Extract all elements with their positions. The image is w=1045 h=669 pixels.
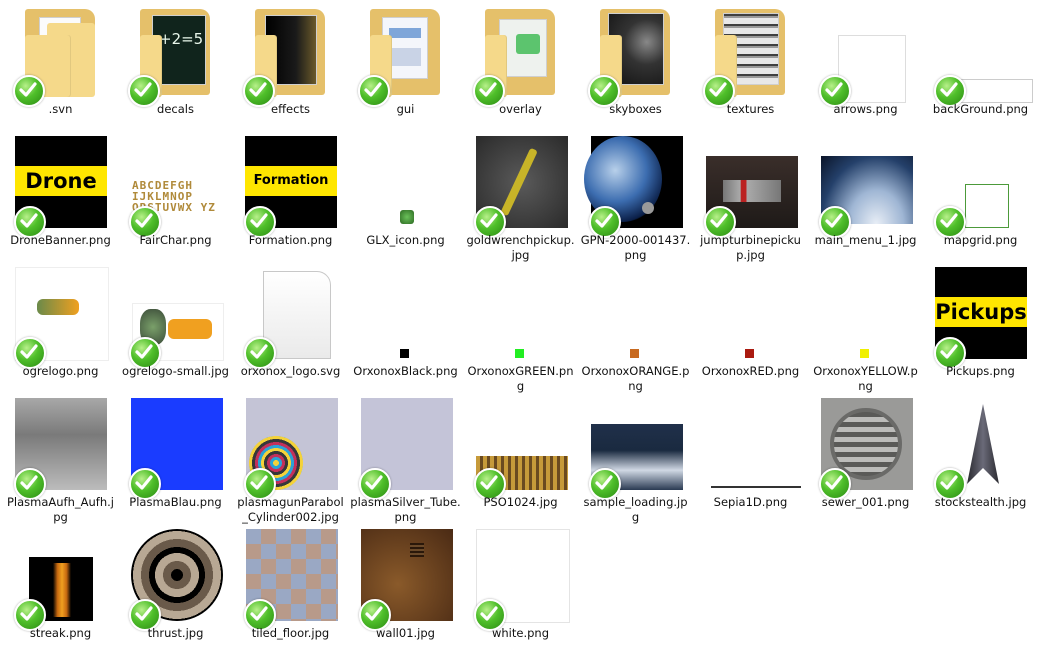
file-grid: .svn +2=5 decals effects gui overlay skyboxes t… <box>0 0 1045 663</box>
banner-text: Formation <box>245 166 337 196</box>
folder-item[interactable]: overlay <box>463 5 578 145</box>
folder-item[interactable]: +2=5 decals <box>118 5 233 145</box>
color-swatch-icon <box>463 267 578 362</box>
file-item[interactable]: stockstealth.jpg <box>923 398 1038 538</box>
file-item[interactable]: GPN-2000-001437.png <box>578 136 693 276</box>
file-label: Pickups.png <box>946 364 1015 378</box>
file-item[interactable]: ogrelogo.png <box>3 267 118 407</box>
file-label: .svn <box>48 102 73 116</box>
file-item[interactable]: white.png <box>463 529 578 669</box>
file-label: white.png <box>491 626 550 640</box>
file-label: arrows.png <box>833 102 898 116</box>
file-item[interactable]: sewer_001.png <box>808 398 923 538</box>
file-item[interactable]: streak.png <box>3 529 118 669</box>
file-label: streak.png <box>29 626 92 640</box>
file-label: OrxonoxORANGE.png <box>581 364 690 393</box>
file-item[interactable]: mapgrid.png <box>923 136 1038 276</box>
file-label: sewer_001.png <box>821 495 910 509</box>
file-label: FairChar.png <box>139 233 212 247</box>
file-item[interactable]: ogrelogo-small.jpg <box>118 267 233 407</box>
file-label: jumpturbinepickup.jpg <box>700 233 801 262</box>
banner-text: Pickups <box>935 297 1027 327</box>
file-item[interactable]: orxonox_logo.svg <box>233 267 348 407</box>
file-label: PSO1024.jpg <box>483 495 558 509</box>
file-label: effects <box>271 102 310 116</box>
file-item[interactable]: plasmaSilver_Tube.png <box>348 398 463 538</box>
file-item[interactable]: OrxonoxORANGE.png <box>578 267 693 407</box>
file-label: GLX_icon.png <box>366 233 445 247</box>
color-swatch-icon <box>578 267 693 362</box>
file-label: ogrelogo.png <box>22 364 99 378</box>
banner-text: Drone <box>15 166 107 196</box>
folder-item[interactable]: skyboxes <box>578 5 693 145</box>
file-label: skyboxes <box>609 102 662 116</box>
file-item[interactable]: OrxonoxGREEN.png <box>463 267 578 407</box>
file-label: mapgrid.png <box>943 233 1018 247</box>
file-label: OrxonoxBlack.png <box>353 364 458 378</box>
file-label: tiled_floor.jpg <box>251 626 330 640</box>
file-item[interactable]: GLX_icon.png <box>348 136 463 276</box>
file-item[interactable]: plasmagunParabol_Cylinder002.jpg <box>233 398 348 538</box>
color-swatch-icon <box>808 267 923 362</box>
file-label: main_menu_1.jpg <box>814 233 917 247</box>
file-item[interactable]: Sepia1D.png <box>693 398 808 538</box>
file-label: orxonox_logo.svg <box>240 364 341 378</box>
file-item[interactable]: OrxonoxRED.png <box>693 267 808 407</box>
file-label: stockstealth.jpg <box>934 495 1027 509</box>
file-item[interactable]: goldwrenchpickup.jpg <box>463 136 578 276</box>
color-swatch-icon <box>348 267 463 362</box>
file-item[interactable]: ABCDEFGH IJKLMNOP QRSTUVWX YZ FairChar.pn… <box>118 136 233 276</box>
file-label: Sepia1D.png <box>713 495 788 509</box>
file-label: gui <box>396 102 415 116</box>
file-label: GPN-2000-001437.png <box>580 233 691 262</box>
folder-item[interactable]: gui <box>348 5 463 145</box>
file-item[interactable]: PSO1024.jpg <box>463 398 578 538</box>
file-item[interactable]: tiled_floor.jpg <box>233 529 348 669</box>
file-item[interactable]: backGround.png <box>923 5 1038 145</box>
file-item[interactable]: OrxonoxBlack.png <box>348 267 463 407</box>
file-label: DroneBanner.png <box>10 233 111 247</box>
file-label: Formation.png <box>248 233 333 247</box>
folder-item[interactable]: .svn <box>3 5 118 145</box>
file-label: overlay <box>499 102 542 116</box>
file-label: backGround.png <box>932 102 1029 116</box>
file-item[interactable]: jumpturbinepickup.jpg <box>693 136 808 276</box>
file-item[interactable]: arrows.png <box>808 5 923 145</box>
file-label: OrxonoxGREEN.png <box>467 364 574 393</box>
file-label: textures <box>726 102 775 116</box>
folder-item[interactable]: effects <box>233 5 348 145</box>
file-label: PlasmaAufh_Aufh.jpg <box>6 495 114 524</box>
file-item[interactable]: PlasmaAufh_Aufh.jpg <box>3 398 118 538</box>
file-item[interactable]: PlasmaBlau.png <box>118 398 233 538</box>
file-label: plasmagunParabol_Cylinder002.jpg <box>237 495 344 524</box>
file-item[interactable]: main_menu_1.jpg <box>808 136 923 276</box>
file-item[interactable]: Pickups Pickups.png <box>923 267 1038 407</box>
file-label: OrxonoxYELLOW.png <box>813 364 918 393</box>
file-label: ogrelogo-small.jpg <box>122 364 229 378</box>
file-label: wall01.jpg <box>376 626 435 640</box>
image-thumbnail <box>693 398 808 493</box>
file-label: sample_loading.jpg <box>583 495 688 524</box>
file-item[interactable]: thrust.jpg <box>118 529 233 669</box>
file-item[interactable]: Drone DroneBanner.png <box>3 136 118 276</box>
folder-item[interactable]: textures <box>693 5 808 145</box>
file-label: plasmaSilver_Tube.png <box>350 495 461 524</box>
file-label: decals <box>157 102 194 116</box>
file-item[interactable]: Formation Formation.png <box>233 136 348 276</box>
file-label: thrust.jpg <box>147 626 204 640</box>
file-label: goldwrenchpickup.jpg <box>466 233 575 262</box>
file-item[interactable]: OrxonoxYELLOW.png <box>808 267 923 407</box>
file-label: PlasmaBlau.png <box>129 495 222 509</box>
file-item[interactable]: wall01.jpg <box>348 529 463 669</box>
file-label: OrxonoxRED.png <box>701 364 800 378</box>
color-swatch-icon <box>693 267 808 362</box>
file-item[interactable]: sample_loading.jpg <box>578 398 693 538</box>
image-thumbnail <box>348 136 463 231</box>
